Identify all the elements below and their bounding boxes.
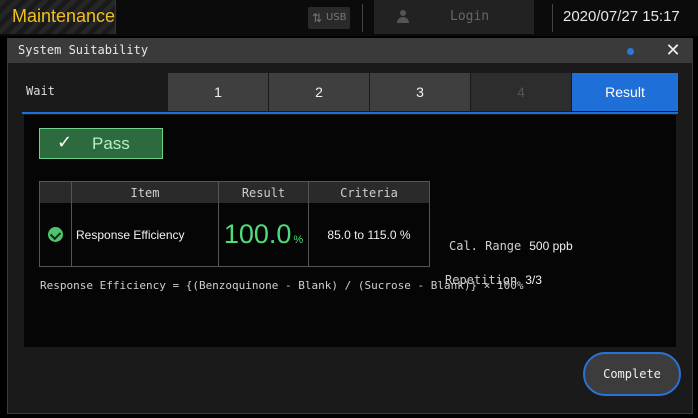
usb-label: USB xyxy=(326,12,347,23)
tab-step-4: 4 xyxy=(471,73,571,111)
tab-result[interactable]: Result xyxy=(572,73,678,111)
login-button[interactable]: Login xyxy=(374,0,534,34)
cal-range-label: Cal. Range xyxy=(449,239,522,253)
usb-icon: ⇅ xyxy=(312,11,323,25)
row-result: 100.0% xyxy=(218,203,309,267)
table-header-item: Item xyxy=(71,181,219,203)
datetime: 2020/07/27 15:17 xyxy=(563,8,680,25)
wait-label: Wait xyxy=(26,84,55,98)
login-label: Login xyxy=(450,9,490,24)
check-icon: ✓ xyxy=(57,132,73,153)
step-tabs: Wait 1 2 3 4 Result xyxy=(22,73,678,111)
user-icon xyxy=(396,10,410,24)
mode-indicator: Maintenance xyxy=(0,0,116,34)
cal-range: Cal. Range 500 ppb xyxy=(449,239,573,253)
row-criteria: 85.0 to 115.0 % xyxy=(308,203,430,267)
row-status-cell xyxy=(40,203,72,267)
system-suitability-dialog: System Suitability ✕ Wait 1 2 3 4 Result… xyxy=(7,38,693,414)
tab-step-2[interactable]: 2 xyxy=(269,73,369,111)
close-button[interactable]: ✕ xyxy=(654,39,692,63)
divider xyxy=(362,4,363,32)
tab-step-3[interactable]: 3 xyxy=(370,73,470,111)
table-header-row: Item Result Criteria xyxy=(39,181,430,203)
pass-label: Pass xyxy=(92,134,130,153)
divider xyxy=(552,4,553,32)
formula-text: Response Efficiency = {(Benzoquinone - B… xyxy=(40,279,524,292)
tab-step-1[interactable]: 1 xyxy=(168,73,268,111)
repetition-value: 3/3 xyxy=(525,273,542,287)
row-item: Response Efficiency xyxy=(71,203,219,267)
result-unit: % xyxy=(293,234,304,246)
results-table: Item Result Criteria Response Efficiency… xyxy=(39,181,430,267)
status-dot-icon xyxy=(627,48,634,55)
table-row: Response Efficiency 100.0% 85.0 to 115.0… xyxy=(40,203,430,267)
result-panel: ✓ Pass Item Result Criteria Response Eff… xyxy=(24,115,676,347)
result-value: 100.0 xyxy=(223,219,292,249)
tab-underline xyxy=(22,112,678,114)
usb-indicator: ⇅ USB xyxy=(308,7,350,29)
mode-label: Maintenance xyxy=(12,6,116,26)
table-header-criteria: Criteria xyxy=(308,181,430,203)
pass-badge: ✓ Pass xyxy=(39,128,163,159)
check-circle-icon xyxy=(48,227,63,242)
cal-range-value: 500 ppb xyxy=(529,239,573,253)
table-header-result: Result xyxy=(218,181,309,203)
dialog-header: System Suitability ✕ xyxy=(8,39,692,63)
table-header-status xyxy=(39,181,72,203)
status-bar: Maintenance ⇅ USB Login 2020/07/27 15:17 xyxy=(0,0,698,36)
complete-button[interactable]: Complete xyxy=(583,352,681,396)
dialog-title: System Suitability xyxy=(18,43,149,57)
